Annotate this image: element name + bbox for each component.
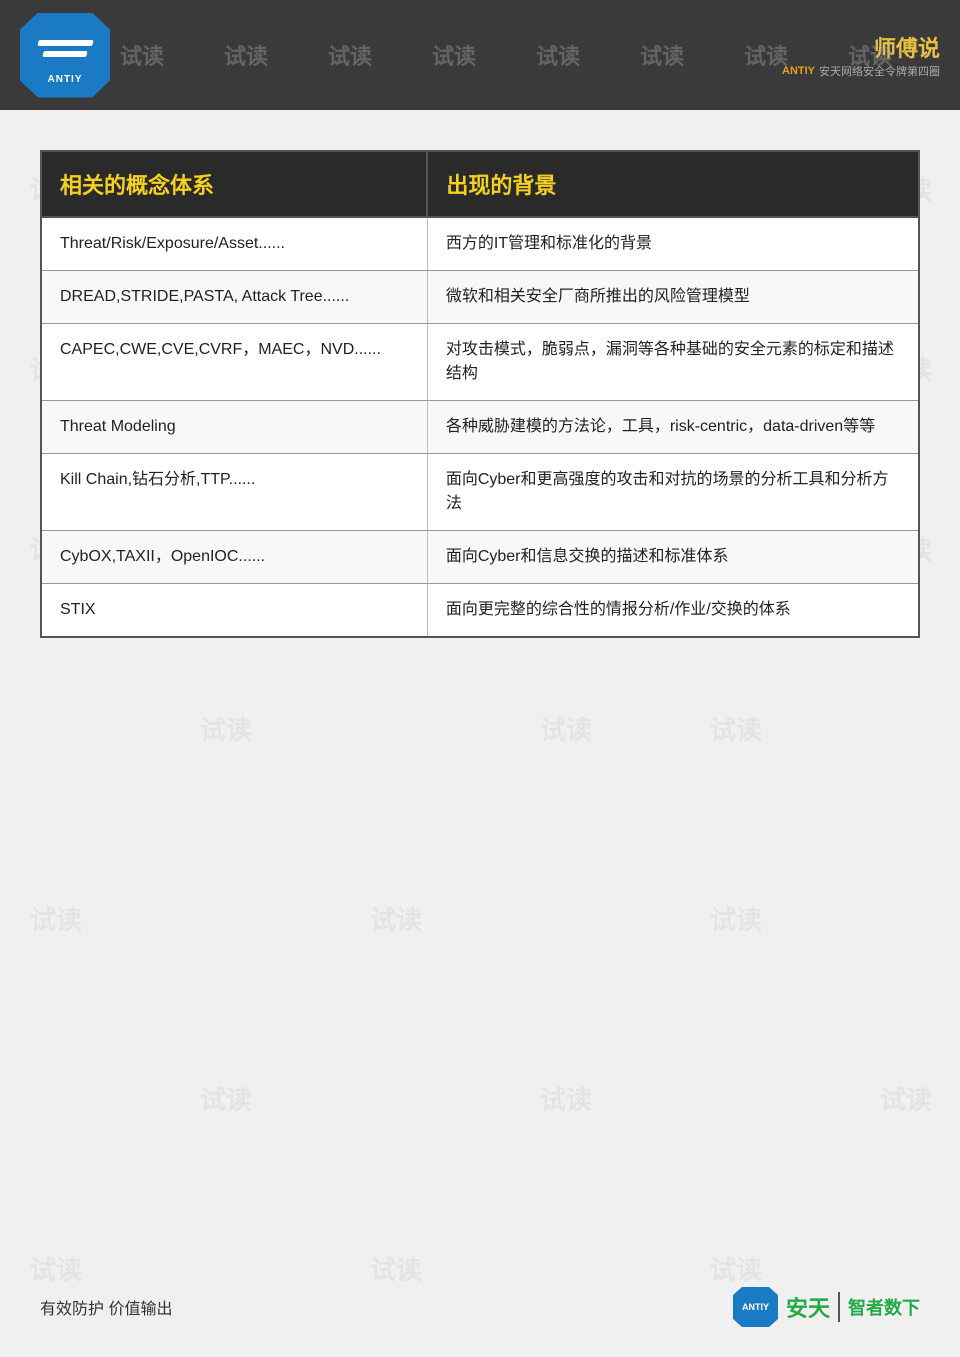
table-cell-background: 面向Cyber和信息交换的描述和标准体系 <box>427 531 919 584</box>
table-cell-background: 各种威胁建模的方法论，工具，risk-centric，data-driven等等 <box>427 401 919 454</box>
table-row: CAPEC,CWE,CVE,CVRF，MAEC，NVD......对攻击模式，脆… <box>41 324 919 401</box>
footer-logo-icon: ANTIY <box>733 1287 778 1327</box>
table-cell-concept: Kill Chain,钻石分析,TTP...... <box>41 454 427 531</box>
col2-header: 出现的背景 <box>427 151 919 217</box>
page-wrapper: 试读试读试读试读试读试读试读试读试读试读试读试读试读试读试读试读试读试读试读试读… <box>0 0 960 1357</box>
table-cell-background: 面向更完整的综合性的情报分析/作业/交换的体系 <box>427 584 919 638</box>
table-cell-concept: DREAD,STRIDE,PASTA, Attack Tree...... <box>41 271 427 324</box>
body-watermark: 试读 <box>200 1080 252 1117</box>
body-watermark: 试读 <box>880 1080 932 1117</box>
header-watermarks: 试读 试读 试读 试读 试读 试读 试读 试读 <box>0 0 960 110</box>
footer-tagline-text: 智者数下 <box>848 1298 920 1318</box>
body-watermark: 试读 <box>540 1080 592 1117</box>
footer-antiy-small: ANTIY <box>742 1302 769 1312</box>
table-cell-concept: Threat Modeling <box>41 401 427 454</box>
footer-left-text: 有效防护 价值输出 <box>40 1295 172 1319</box>
table-cell-background: 西方的IT管理和标准化的背景 <box>427 217 919 271</box>
footer-separator <box>838 1292 840 1322</box>
body-watermark: 试读 <box>540 710 592 747</box>
body-watermark: 试读 <box>710 1250 762 1287</box>
body-watermark: 试读 <box>200 710 252 747</box>
footer-tagline: 智者数下 <box>848 1294 920 1320</box>
header-watermark: 试读 <box>640 39 684 71</box>
header-watermark: 试读 <box>744 39 788 71</box>
header-watermark: 试读 <box>120 39 164 71</box>
col1-header: 相关的概念体系 <box>41 151 427 217</box>
body-watermark: 试读 <box>30 900 82 937</box>
table-row: Threat/Risk/Exposure/Asset......西方的IT管理和… <box>41 217 919 271</box>
header: ANTIY 试读试读试读试读试读试读试读试读 师傅说 ANTIY 安天网络安全令… <box>0 0 960 110</box>
footer-logo-text: 安天 <box>786 1291 830 1323</box>
table-row: DREAD,STRIDE,PASTA, Attack Tree......微软和… <box>41 271 919 324</box>
table-row: Kill Chain,钻石分析,TTP......面向Cyber和更高强度的攻击… <box>41 454 919 531</box>
header-watermark: 试读 <box>328 39 372 71</box>
table-row: STIX面向更完整的综合性的情报分析/作业/交换的体系 <box>41 584 919 638</box>
footer: 有效防护 价值输出 ANTIY 安天 智者数下 <box>0 1287 960 1327</box>
header-watermark: 试读 <box>224 39 268 71</box>
body-watermark: 试读 <box>710 900 762 937</box>
table-cell-concept: CAPEC,CWE,CVE,CVRF，MAEC，NVD...... <box>41 324 427 401</box>
table-cell-concept: STIX <box>41 584 427 638</box>
concept-table: 相关的概念体系 出现的背景 Threat/Risk/Exposure/Asset… <box>40 150 920 638</box>
table-cell-background: 面向Cyber和更高强度的攻击和对抗的场景的分析工具和分析方法 <box>427 454 919 531</box>
footer-logo-chinese: 安天 <box>786 1296 830 1321</box>
table-cell-background: 对攻击模式，脆弱点，漏洞等各种基础的安全元素的标定和描述结构 <box>427 324 919 401</box>
header-watermark: 试读 <box>848 39 892 71</box>
header-watermark: 试读 <box>432 39 476 71</box>
body-watermark: 试读 <box>30 1250 82 1287</box>
body-watermark: 试读 <box>370 1250 422 1287</box>
body-watermark: 试读 <box>370 900 422 937</box>
table-row: Threat Modeling各种威胁建模的方法论，工具，risk-centri… <box>41 401 919 454</box>
footer-right: ANTIY 安天 智者数下 <box>733 1287 920 1327</box>
table-cell-background: 微软和相关安全厂商所推出的风险管理模型 <box>427 271 919 324</box>
table-cell-concept: CybOX,TAXII，OpenIOC...... <box>41 531 427 584</box>
table-row: CybOX,TAXII，OpenIOC......面向Cyber和信息交换的描述… <box>41 531 919 584</box>
body-watermark: 试读 <box>710 710 762 747</box>
main-content: 相关的概念体系 出现的背景 Threat/Risk/Exposure/Asset… <box>0 110 960 658</box>
header-watermark: 试读 <box>536 39 580 71</box>
table-cell-concept: Threat/Risk/Exposure/Asset...... <box>41 217 427 271</box>
